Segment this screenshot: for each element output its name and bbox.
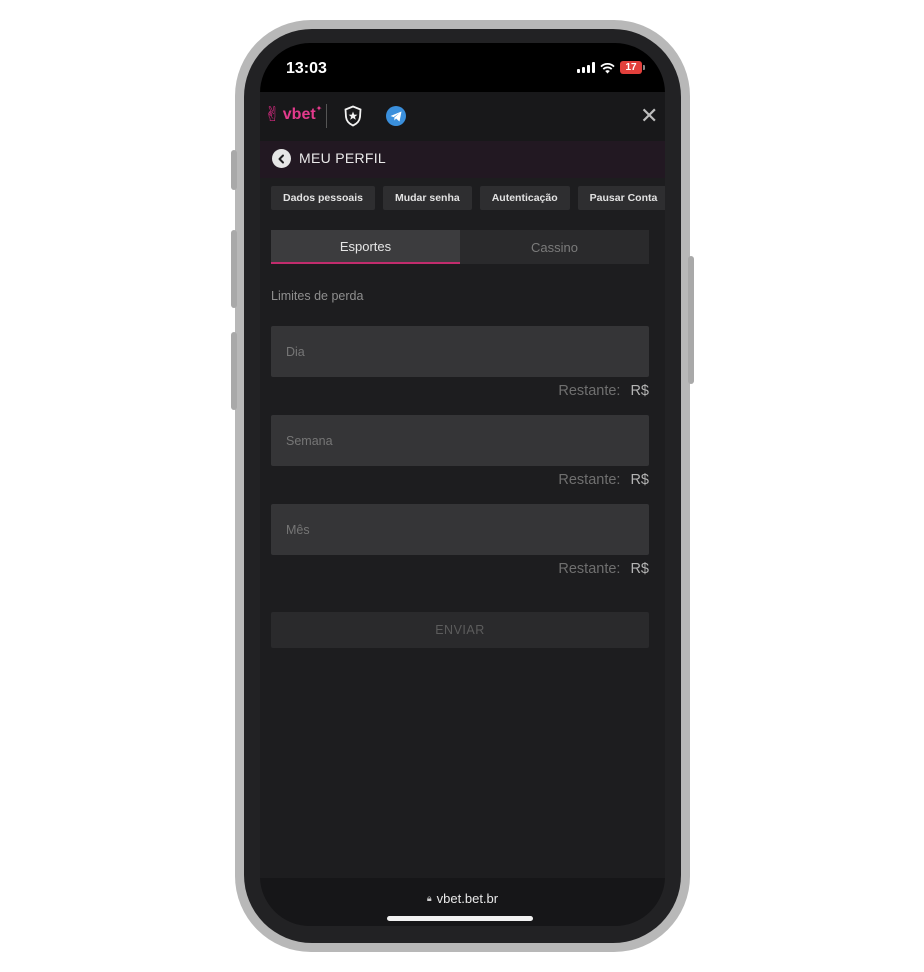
battery-tip bbox=[643, 65, 645, 70]
monthly-remaining: Restante: R$ bbox=[558, 561, 649, 577]
remaining-currency: R$ bbox=[630, 383, 649, 399]
phone-screen: 13:03 17 ✌ vbet ✦ ✕ MEU PERFIL Dados pes… bbox=[260, 43, 665, 926]
profile-bar: MEU PERFIL bbox=[260, 141, 665, 178]
weekly-remaining: Restante: R$ bbox=[558, 472, 649, 488]
header-divider bbox=[326, 104, 327, 128]
segment-cassino[interactable]: Cassino bbox=[460, 230, 649, 264]
url-text: vbet.bet.br bbox=[436, 891, 499, 906]
paper-plane-icon bbox=[390, 111, 402, 121]
brand-name: vbet bbox=[282, 106, 316, 123]
phone-power-button bbox=[688, 256, 694, 384]
remaining-label: Restante: bbox=[558, 383, 621, 399]
profile-tabs: Dados pessoais Mudar senha Autenticação … bbox=[271, 186, 665, 210]
section-label: Limites de perda bbox=[271, 289, 364, 303]
page-title: MEU PERFIL bbox=[299, 150, 387, 166]
segment-esportes[interactable]: Esportes bbox=[271, 230, 460, 264]
tab-pausar-conta[interactable]: Pausar Conta bbox=[577, 186, 665, 210]
monthly-limit-input[interactable]: Mês bbox=[271, 504, 649, 555]
victory-hand-icon: ✌ bbox=[264, 104, 281, 126]
phone-volume-down-button bbox=[231, 332, 237, 410]
app-header: ✌ vbet ✦ ✕ bbox=[260, 92, 665, 141]
limits-segment-control: Esportes Cassino bbox=[271, 230, 649, 264]
home-indicator[interactable] bbox=[387, 916, 533, 921]
remaining-label: Restante: bbox=[558, 561, 621, 577]
wifi-icon bbox=[600, 62, 615, 73]
weekly-limit-input[interactable]: Semana bbox=[271, 415, 649, 466]
status-icons: 17 bbox=[577, 61, 645, 74]
cellular-signal-icon bbox=[577, 62, 595, 73]
phone-volume-up-button bbox=[231, 230, 237, 308]
close-icon[interactable]: ✕ bbox=[640, 105, 658, 127]
shield-star-icon[interactable] bbox=[343, 105, 363, 127]
phone-mute-button bbox=[231, 150, 237, 190]
status-bar: 13:03 17 bbox=[260, 43, 665, 92]
tab-dados-pessoais[interactable]: Dados pessoais bbox=[271, 186, 375, 210]
telegram-icon[interactable] bbox=[386, 106, 406, 126]
remaining-label: Restante: bbox=[558, 472, 621, 488]
tab-mudar-senha[interactable]: Mudar senha bbox=[382, 186, 472, 210]
remaining-currency: R$ bbox=[630, 472, 649, 488]
status-time: 13:03 bbox=[286, 60, 327, 77]
url-display[interactable]: 🔒︎ vbet.bet.br bbox=[260, 891, 665, 906]
chevron-left-icon bbox=[278, 154, 284, 163]
back-icon[interactable] bbox=[272, 149, 291, 168]
lock-icon: 🔒︎ bbox=[426, 893, 432, 903]
vbet-logo[interactable]: ✌ vbet ✦ bbox=[264, 103, 323, 126]
brand-star-icon: ✦ bbox=[315, 103, 323, 113]
battery-icon: 17 bbox=[620, 61, 642, 74]
submit-button[interactable]: ENVIAR bbox=[271, 612, 649, 648]
daily-remaining: Restante: R$ bbox=[558, 383, 649, 399]
tab-autenticacao[interactable]: Autenticação bbox=[479, 186, 570, 210]
daily-limit-input[interactable]: Dia bbox=[271, 326, 649, 377]
remaining-currency: R$ bbox=[630, 561, 649, 577]
